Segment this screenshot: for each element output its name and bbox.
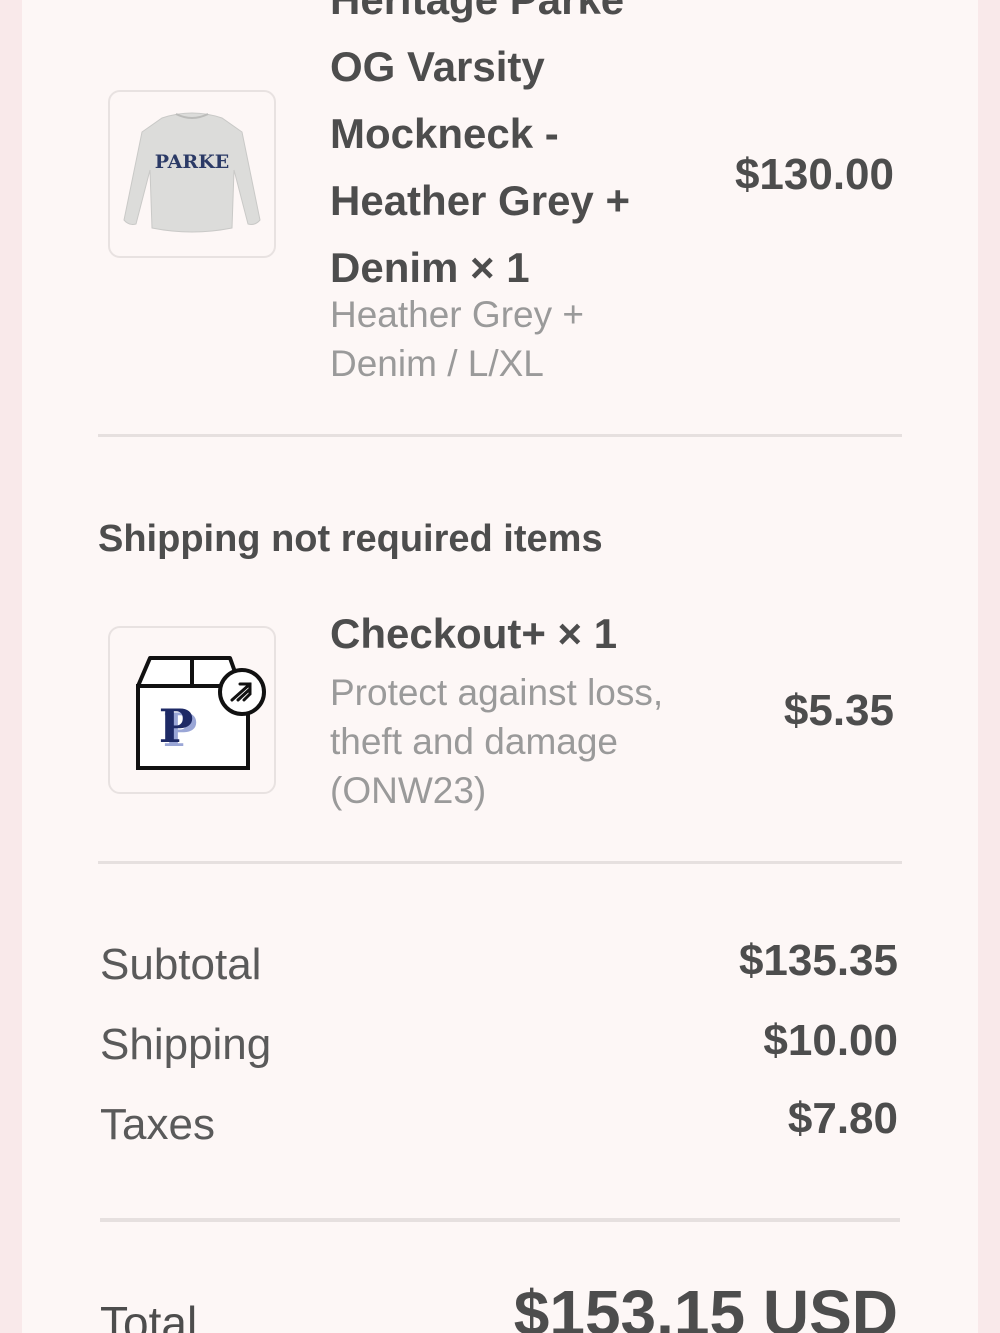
checkout-plus-description: Protect against loss, theft and damage (… (330, 668, 663, 815)
divider (98, 434, 902, 437)
product-price: $130.00 (734, 150, 894, 199)
product-title-line: Heather Grey + (330, 177, 630, 224)
product-title-line: OG Varsity (330, 43, 545, 90)
checkout-plus-description-line: Protect against loss, (330, 672, 664, 713)
checkout-plus-description-line: theft and damage (330, 721, 618, 762)
divider (100, 1218, 900, 1222)
protected-package-icon: P P (136, 656, 266, 770)
order-summary-panel: PARKE Heritage Parke OG Varsity Mockneck… (22, 0, 978, 1333)
product-variant-line: Denim / L/XL (330, 343, 544, 384)
total-value: $153.15 USD (513, 1277, 898, 1333)
taxes-value: $7.80 (787, 1094, 898, 1143)
product-title-line: Heritage Parke (330, 0, 630, 33)
product-title: Heritage Parke OG Varsity Mockneck - Hea… (330, 0, 630, 301)
checkout-plus-description-line: (ONW23) (330, 770, 487, 811)
product-variant: Heather Grey + Denim / L/XL (330, 290, 584, 388)
total-label: Total (100, 1297, 198, 1333)
checkout-plus-price: $5.35 (783, 686, 894, 735)
product-title-line: Mockneck - (330, 110, 559, 157)
checkout-plus-thumbnail: P P (108, 626, 276, 794)
shipping-value: $10.00 (763, 1016, 898, 1065)
divider (98, 861, 902, 864)
checkout-plus-title: Checkout+ × 1 (330, 610, 618, 657)
product-variant-line: Heather Grey + (330, 294, 584, 335)
sweatshirt-print-text: PARKE (155, 151, 229, 173)
product-thumbnail: PARKE (108, 90, 276, 258)
sweatshirt-image: PARKE (123, 112, 261, 233)
package-letter: P (159, 699, 194, 753)
subtotal-label: Subtotal (100, 940, 262, 989)
section-title: Shipping not required items (98, 518, 603, 560)
subtotal-value: $135.35 (738, 936, 898, 985)
shipping-label: Shipping (100, 1020, 272, 1069)
taxes-label: Taxes (100, 1100, 215, 1149)
